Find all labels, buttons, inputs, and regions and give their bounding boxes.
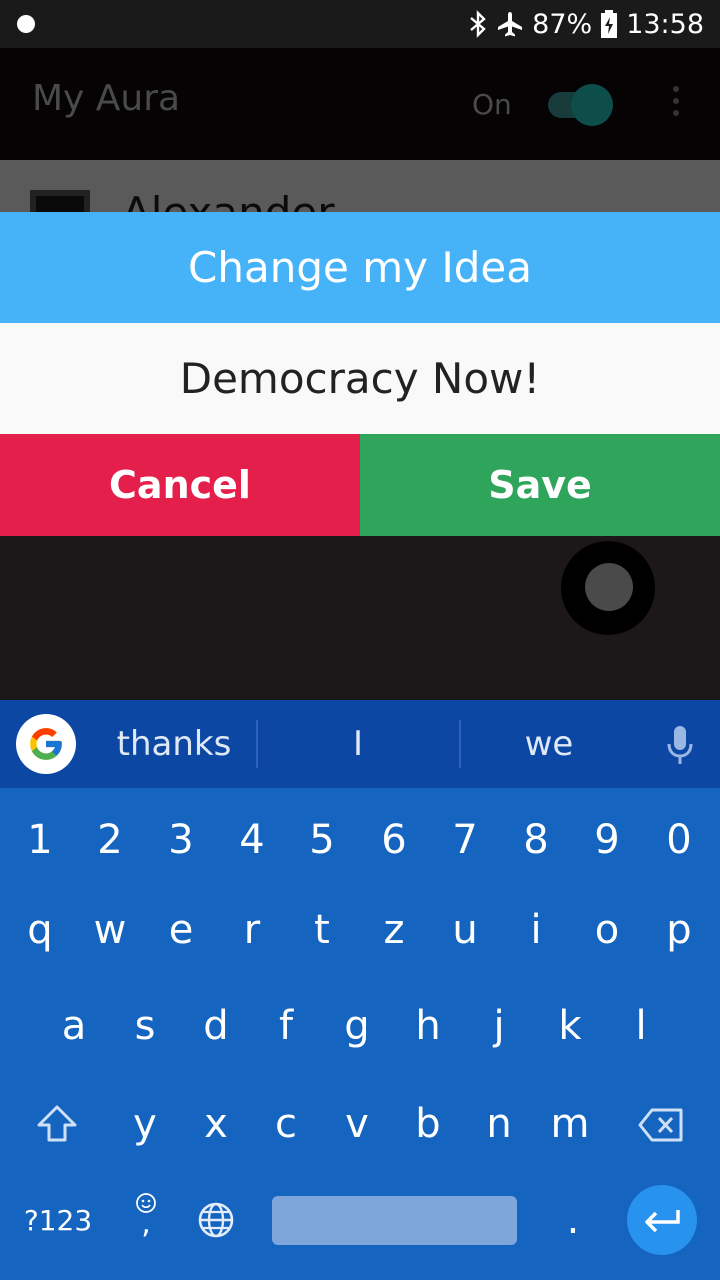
period-key[interactable]: . bbox=[543, 1180, 603, 1260]
key-number-7[interactable]: 8 bbox=[506, 800, 566, 880]
key-letter-3[interactable]: v bbox=[327, 1084, 387, 1164]
emoji-comma-key[interactable]: , bbox=[130, 1186, 162, 1246]
key-number-3[interactable]: 4 bbox=[222, 800, 282, 880]
airplane-icon bbox=[498, 12, 523, 37]
keyboard: 1234567890 qwertzuiop asdfghjkl yxcvbnm … bbox=[0, 788, 720, 1280]
app-bar: My Aura On bbox=[0, 48, 720, 160]
key-letter-3[interactable]: r bbox=[222, 890, 282, 970]
key-letter-6[interactable]: m bbox=[540, 1084, 600, 1164]
backspace-icon[interactable] bbox=[638, 1108, 684, 1142]
key-letter-8[interactable]: o bbox=[577, 890, 637, 970]
toggle-knob[interactable] bbox=[571, 84, 613, 126]
key-letter-0[interactable]: q bbox=[10, 890, 70, 970]
app-title: My Aura bbox=[32, 78, 181, 119]
key-number-6[interactable]: 7 bbox=[435, 800, 495, 880]
key-letter-6[interactable]: j bbox=[469, 986, 529, 1066]
suggestion-3[interactable]: we bbox=[461, 700, 637, 788]
overflow-menu-icon[interactable] bbox=[670, 86, 682, 126]
key-number-2[interactable]: 3 bbox=[151, 800, 211, 880]
space-bar[interactable] bbox=[272, 1196, 517, 1245]
key-letter-3[interactable]: f bbox=[256, 986, 316, 1066]
suggestion-1[interactable]: thanks bbox=[92, 700, 256, 788]
enter-icon bbox=[645, 1210, 680, 1233]
dialog-header: Change my Idea bbox=[0, 212, 720, 323]
key-letter-7[interactable]: i bbox=[506, 890, 566, 970]
key-letter-4[interactable]: g bbox=[327, 986, 387, 1066]
key-number-1[interactable]: 2 bbox=[80, 800, 140, 880]
battery-charging-icon bbox=[601, 10, 618, 38]
dialog-title: Change my Idea bbox=[188, 243, 532, 292]
key-letter-1[interactable]: x bbox=[186, 1084, 246, 1164]
idea-input-value[interactable]: Democracy Now! bbox=[180, 354, 541, 403]
toggle-label: On bbox=[472, 88, 512, 121]
key-number-5[interactable]: 6 bbox=[364, 800, 424, 880]
key-letter-8[interactable]: l bbox=[611, 986, 671, 1066]
key-number-4[interactable]: 5 bbox=[292, 800, 352, 880]
fab-inner-circle bbox=[585, 563, 633, 611]
key-letter-5[interactable]: n bbox=[469, 1084, 529, 1164]
key-letter-2[interactable]: d bbox=[186, 986, 246, 1066]
key-number-0[interactable]: 1 bbox=[10, 800, 70, 880]
key-letter-9[interactable]: p bbox=[649, 890, 709, 970]
idea-input[interactable]: Democracy Now! bbox=[0, 323, 720, 434]
google-icon[interactable] bbox=[16, 714, 76, 774]
avatar bbox=[30, 190, 90, 212]
key-letter-6[interactable]: u bbox=[435, 890, 495, 970]
status-bar: 87% 13:58 bbox=[0, 0, 720, 48]
key-letter-2[interactable]: e bbox=[151, 890, 211, 970]
key-letter-1[interactable]: w bbox=[80, 890, 140, 970]
globe-icon[interactable] bbox=[197, 1201, 235, 1239]
key-letter-0[interactable]: y bbox=[115, 1084, 175, 1164]
list-item-name: Alexander bbox=[122, 188, 334, 212]
floating-action-button[interactable] bbox=[561, 541, 655, 635]
shift-icon[interactable] bbox=[36, 1104, 78, 1144]
key-letter-5[interactable]: z bbox=[364, 890, 424, 970]
key-letter-7[interactable]: k bbox=[540, 986, 600, 1066]
suggestion-2[interactable]: I bbox=[258, 700, 458, 788]
key-letter-0[interactable]: a bbox=[44, 986, 104, 1066]
symbols-key[interactable]: ?123 bbox=[18, 1180, 98, 1260]
key-number-8[interactable]: 9 bbox=[577, 800, 637, 880]
key-letter-5[interactable]: h bbox=[398, 986, 458, 1066]
key-letter-1[interactable]: s bbox=[115, 986, 175, 1066]
key-letter-2[interactable]: c bbox=[256, 1084, 316, 1164]
enter-key[interactable] bbox=[627, 1185, 697, 1255]
battery-percent: 87% bbox=[532, 8, 593, 40]
cancel-button[interactable]: Cancel bbox=[0, 434, 360, 536]
bluetooth-icon bbox=[470, 10, 486, 38]
contact-list: Alexander bbox=[0, 160, 720, 212]
comma-label: , bbox=[141, 1206, 151, 1241]
clock: 13:58 bbox=[626, 8, 704, 40]
microphone-icon[interactable] bbox=[664, 724, 696, 768]
key-number-9[interactable]: 0 bbox=[649, 800, 709, 880]
keyboard-suggestion-bar: thanks I we bbox=[0, 700, 720, 788]
key-letter-4[interactable]: t bbox=[292, 890, 352, 970]
key-letter-4[interactable]: b bbox=[398, 1084, 458, 1164]
notification-dot-icon bbox=[17, 15, 35, 33]
save-button[interactable]: Save bbox=[360, 434, 720, 536]
status-icons: 87% 13:58 bbox=[468, 0, 704, 48]
